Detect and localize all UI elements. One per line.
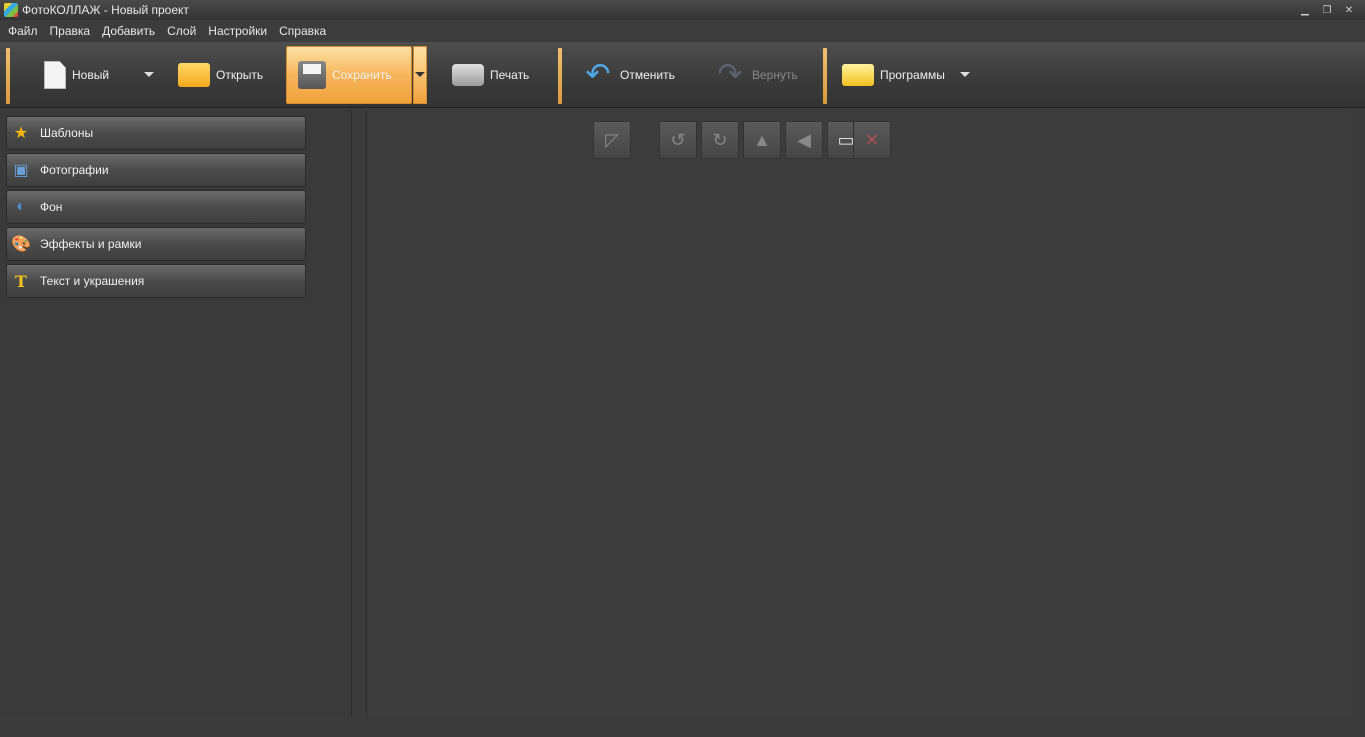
panel-item-label: Шаблоны [40,126,94,140]
toolbar-separator [823,48,827,104]
programs-button[interactable]: Программы [842,46,952,104]
window-title: ФотоКОЛЛАЖ - Новый проект [22,3,189,17]
panel-item-background[interactable]: ◐ Фон [6,190,306,224]
left-panel: ★ Шаблоны ▣ Фотографии ◐ Фон 🎨 Эффекты и… [0,110,352,716]
printer-icon [452,64,484,86]
redo-button[interactable]: ↷ Вернуть [714,46,814,104]
box-icon [842,64,874,86]
panel-item-label: Эффекты и рамки [40,237,142,251]
redo-button-label: Вернуть [752,68,798,82]
title-bar: ФотоКОЛЛАЖ - Новый проект ▁ ❐ ✕ [0,0,1365,20]
programs-button-label: Программы [880,68,945,82]
flip-horizontal-icon[interactable]: ◀ [785,121,823,159]
new-page-icon [44,61,66,89]
print-button[interactable]: Печать [452,46,542,104]
close-button[interactable]: ✕ [1341,5,1357,16]
restore-button[interactable]: ❐ [1319,5,1335,16]
open-button[interactable]: Открыть [178,46,278,104]
undo-button[interactable]: ↶ Отменить [582,46,692,104]
panel-item-label: Текст и украшения [40,274,145,288]
panel-item-text[interactable]: T Текст и украшения [6,264,306,298]
toolbar-separator [558,48,562,104]
print-button-label: Печать [490,68,530,82]
panel-item-photos[interactable]: ▣ Фотографии [6,153,306,187]
menu-file[interactable]: Файл [2,20,44,42]
flip-icon[interactable]: ◸ [593,121,631,159]
panel-item-label: Фон [40,200,63,214]
text-icon: T [15,271,27,291]
save-button-label: Сохранить [332,68,392,82]
menu-help[interactable]: Справка [273,20,332,42]
app-logo-icon [4,3,18,17]
delete-icon[interactable]: ✕ [853,121,891,159]
main-toolbar: Новый Открыть Сохранить Печать ↶ Отменит… [0,42,1365,108]
undo-icon: ↶ [585,58,611,91]
panel-item-effects[interactable]: 🎨 Эффекты и рамки [6,227,306,261]
undo-button-label: Отменить [620,68,675,82]
minimize-button[interactable]: ▁ [1297,5,1313,16]
new-button-label: Новый [72,68,110,82]
flip-vertical-icon[interactable]: ▲ [743,121,781,159]
photos-icon: ▣ [13,162,29,179]
background-icon: ◐ [16,198,26,215]
panel-item-templates[interactable]: ★ Шаблоны [6,116,306,150]
menu-layer[interactable]: Слой [161,20,202,42]
menu-settings[interactable]: Настройки [202,20,273,42]
new-button[interactable]: Новый [40,46,136,104]
save-button[interactable]: Сохранить [298,46,408,104]
palette-icon: 🎨 [11,236,31,253]
menu-bar: Файл Правка Добавить Слой Настройки Спра… [0,20,1365,42]
menu-edit[interactable]: Правка [44,20,97,42]
programs-dropdown-arrow-icon[interactable] [960,72,970,77]
redo-icon: ↷ [717,58,743,91]
folder-icon [178,63,210,87]
open-button-label: Открыть [216,68,264,82]
toolbar-separator [6,48,10,104]
floppy-icon [298,61,326,89]
panel-item-label: Фотографии [40,163,109,177]
menu-add[interactable]: Добавить [96,20,161,42]
rotate-left-icon[interactable]: ↺ [659,121,697,159]
star-icon: ★ [13,125,29,142]
save-dropdown-arrow-icon [415,72,425,77]
window-controls: ▁ ❐ ✕ [1297,5,1365,16]
new-dropdown-arrow-icon[interactable] [144,72,154,77]
rotate-right-icon[interactable]: ↻ [701,121,739,159]
workspace: ◸ ↺ ↻ ▲ ◀ ▭ ▾ ✕ [366,110,1351,716]
